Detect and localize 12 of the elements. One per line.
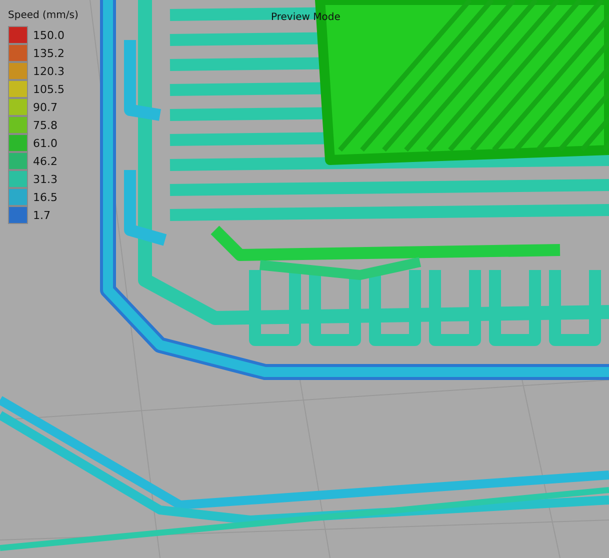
speed-value: 31.3	[33, 172, 58, 186]
speed-value: 135.2	[33, 46, 64, 60]
speed-value: 16.5	[33, 190, 58, 204]
speed-value: 61.0	[33, 136, 58, 150]
speed-value: 105.5	[33, 82, 64, 96]
speed-value: 90.7	[33, 100, 58, 114]
speed-value: 46.2	[33, 154, 58, 168]
speed-value: 150.0	[33, 28, 64, 42]
speed-value: 75.8	[33, 118, 58, 132]
legend-title: Speed (mm/s)	[8, 10, 78, 21]
speed-value: 120.3	[33, 64, 64, 78]
speed-value: 1.7	[33, 208, 50, 222]
